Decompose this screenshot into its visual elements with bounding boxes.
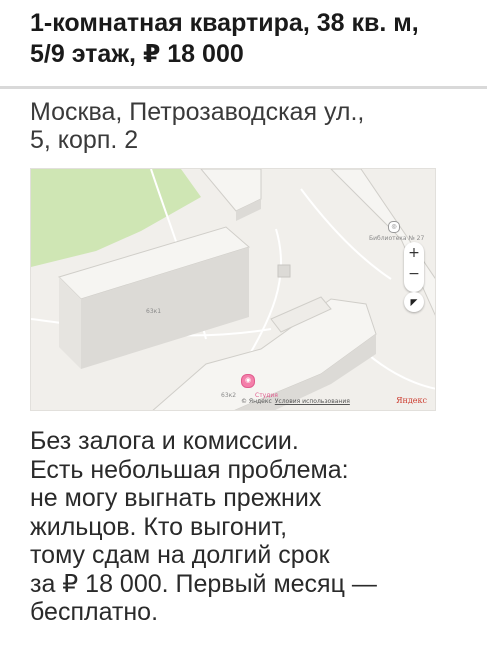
description-line: не могу выгнать прежних: [30, 484, 322, 512]
description-line: за ₽ 18 000. Первый месяц —: [30, 569, 377, 598]
copyright-text: © Яндекс: [241, 398, 272, 405]
listing-title-line-2: 5/9 этаж, ₽ 18 000: [30, 40, 244, 68]
description-line: Есть небольшая проблема:: [30, 455, 349, 484]
building-label-63k2: 63к2: [221, 392, 237, 399]
zoom-control: + −: [404, 242, 424, 292]
description-line: тому сдам на долгий срок: [30, 541, 330, 569]
section-divider: [0, 86, 487, 89]
zoom-in-button[interactable]: +: [404, 245, 424, 261]
map-canvas[interactable]: [31, 169, 436, 411]
map-widget[interactable]: 63к1 63к2 ◎ Библиотека № 27 ◉ Студия + −…: [30, 168, 436, 411]
location-arrow-icon[interactable]: ◤: [404, 292, 424, 312]
listing-title: 1-комнатная квартира, 38 кв. м, 5/9 этаж…: [30, 8, 470, 70]
listing-address: Москва, Петрозаводская ул., 5, корп. 2: [30, 98, 470, 154]
address-line-1: Москва, Петрозаводская ул.,: [30, 98, 365, 126]
description-line: бесплатно.: [30, 598, 159, 626]
map-small-structure: [277, 264, 291, 278]
listing-description: Без залога и комиссии. Есть небольшая пр…: [30, 427, 470, 627]
yandex-logo[interactable]: Яндекс: [396, 396, 427, 405]
zoom-out-button[interactable]: −: [404, 266, 424, 282]
map-attribution: © Яндекс Условия использования: [241, 398, 350, 405]
terms-link[interactable]: Условия использования: [275, 398, 350, 405]
building-label-63k1: 63к1: [146, 308, 162, 315]
description-line: Без залога и комиссии.: [30, 427, 299, 455]
library-icon[interactable]: ◎: [388, 221, 400, 233]
description-line: жильцов. Кто выгонит,: [30, 512, 288, 541]
library-label: Библиотека № 27: [369, 235, 425, 242]
listing-title-line-1: 1-комнатная квартира, 38 кв. м,: [30, 9, 419, 37]
place-pin-icon[interactable]: ◉: [241, 374, 255, 388]
address-line-2: 5, корп. 2: [30, 126, 139, 154]
